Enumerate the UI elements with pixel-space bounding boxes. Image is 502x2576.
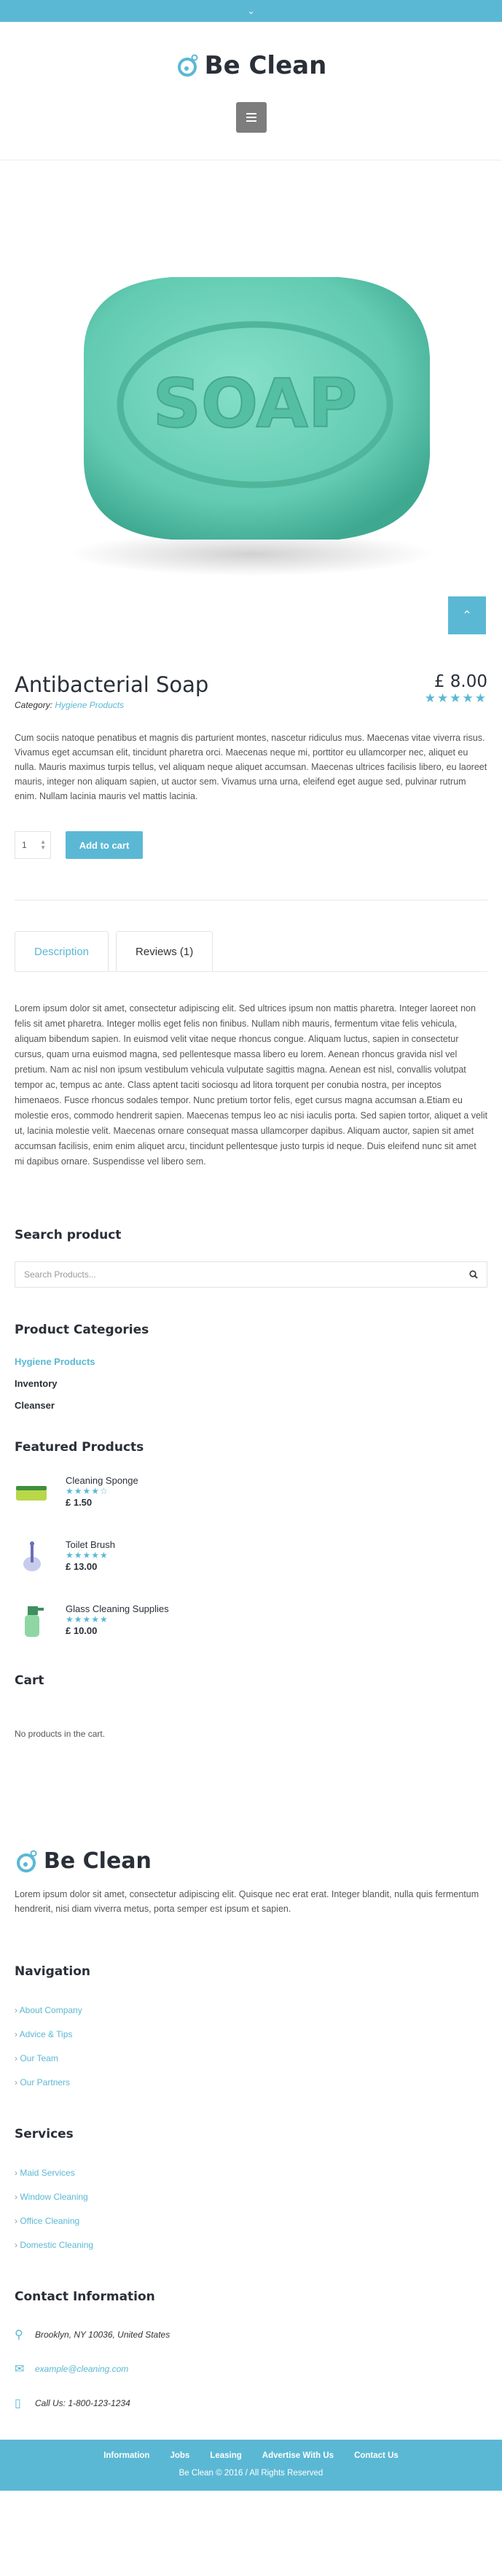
search-widget: Search product Search Products... (15, 1228, 487, 1288)
quantity-value: 1 (22, 840, 27, 850)
product-price: £ 8.00 (434, 672, 487, 691)
chevron-down-icon[interactable]: ⌄ (247, 6, 254, 16)
footer-brand-logo[interactable]: Be Clean (15, 1848, 487, 1874)
footer-service-maid[interactable]: Maid Services (15, 2168, 487, 2178)
categories-widget-title: Product Categories (15, 1323, 149, 1337)
product-tabs: Description Reviews (1) (15, 931, 487, 972)
chevron-up-icon: ⌃ (462, 610, 472, 622)
search-placeholder: Search Products... (24, 1269, 96, 1280)
phone-icon: ▯ (15, 2397, 21, 2410)
product-category: Category: Hygiene Products (15, 700, 208, 710)
featured-item-name[interactable]: Toilet Brush (66, 1539, 115, 1550)
hamburger-line (246, 117, 256, 118)
featured-item[interactable]: Toilet Brush ★★★★★ £ 13.00 (15, 1539, 487, 1583)
product-summary: Antibacterial Soap Category: Hygiene Pro… (0, 672, 502, 1739)
contact-address-text: Brooklyn, NY 10036, United States (35, 2330, 170, 2340)
footer-navigation-title: Navigation (15, 1964, 90, 1979)
hamburger-line (246, 120, 256, 122)
featured-item-rating: ★★★★★ (66, 1614, 109, 1624)
bottom-link-leasing[interactable]: Leasing (210, 2451, 241, 2460)
soap-engraving: SOAP (152, 365, 357, 443)
brand-logo[interactable]: Be Clean (176, 51, 327, 80)
featured-item-name[interactable]: Glass Cleaning Supplies (66, 1603, 169, 1614)
footer-nav-team[interactable]: Our Team (15, 2053, 487, 2063)
bottom-link-information[interactable]: Information (103, 2451, 149, 2460)
search-input[interactable]: Search Products... (15, 1261, 487, 1288)
footer-nav-about[interactable]: About Company (15, 2005, 487, 2015)
contact-phone-text: Call Us: 1-800-123-1234 (35, 2398, 130, 2408)
cart-widget-title: Cart (15, 1673, 44, 1688)
product-short-description: Cum sociis natoque penatibus et magnis d… (15, 733, 487, 801)
featured-item-price: £ 13.00 (66, 1561, 98, 1572)
quantity-stepper[interactable]: 1 ▲ ▼ (15, 831, 51, 859)
footer-nav-advice[interactable]: Advice & Tips (15, 2029, 487, 2039)
site-footer: Be Clean Lorem ipsum dolor sit amet, con… (0, 1848, 502, 2410)
featured-item-rating: ★★★★☆ (66, 1486, 109, 1496)
toilet-brush-thumbnail[interactable] (15, 1539, 50, 1574)
footer-brand-name: Be Clean (44, 1848, 152, 1874)
envelope-icon: ✉ (15, 2363, 25, 2375)
tab-description[interactable]: Description (15, 931, 109, 971)
cart-empty-message: No products in the cart. (15, 1729, 106, 1739)
contact-email[interactable]: ✉ example@cleaning.com (15, 2362, 487, 2376)
cart-widget: Cart No products in the cart. (15, 1673, 487, 1739)
contact-email-link[interactable]: example@cleaning.com (35, 2364, 128, 2374)
contact-address: ⚲ Brooklyn, NY 10036, United States (15, 2327, 487, 2342)
bottom-link-jobs[interactable]: Jobs (170, 2451, 189, 2460)
footer-bottom-bar: Information Jobs Leasing Advertise With … (0, 2440, 502, 2491)
footer-nav-partners[interactable]: Our Partners (15, 2077, 487, 2087)
brand-name: Be Clean (204, 51, 327, 80)
category-item-hygiene[interactable]: Hygiene Products (15, 1356, 487, 1367)
bottom-link-advertise[interactable]: Advertise With Us (262, 2451, 334, 2460)
tab-reviews[interactable]: Reviews (1) (116, 931, 213, 971)
bottom-link-contact[interactable]: Contact Us (354, 2451, 399, 2460)
tab-description-body: Lorem ipsum dolor sit amet, consectetur … (15, 1003, 487, 1167)
stepper-arrows-icon[interactable]: ▲ ▼ (40, 839, 46, 851)
footer-services-title: Services (15, 2127, 74, 2141)
scroll-to-top-button[interactable]: ⌃ (448, 596, 486, 634)
category-label: Category: (15, 700, 53, 710)
map-pin-icon: ⚲ (15, 2329, 23, 2341)
search-widget-title: Search product (15, 1228, 122, 1242)
menu-toggle-button[interactable] (235, 102, 267, 133)
hamburger-line (246, 113, 256, 114)
categories-widget: Product Categories Hygiene Products Inve… (15, 1323, 487, 1411)
soap-bar-image: SOAP (68, 277, 434, 576)
category-link[interactable]: Hygiene Products (55, 700, 124, 710)
contact-phone: ▯ Call Us: 1-800-123-1234 (15, 2396, 487, 2410)
featured-item[interactable]: Glass Cleaning Supplies ★★★★★ £ 10.00 (15, 1603, 487, 1647)
footer-service-office[interactable]: Office Cleaning (15, 2216, 487, 2226)
footer-about-text: Lorem ipsum dolor sit amet, consectetur … (15, 1889, 479, 1914)
featured-products-widget: Featured Products Cleaning Sponge ★★★★☆ … (15, 1440, 487, 1647)
featured-item-price: £ 10.00 (66, 1625, 98, 1636)
featured-item-name[interactable]: Cleaning Sponge (66, 1475, 138, 1486)
logo-bubbles-icon (177, 54, 198, 77)
sponge-thumbnail[interactable] (15, 1475, 50, 1510)
product-title: Antibacterial Soap (15, 672, 209, 697)
featured-item[interactable]: Cleaning Sponge ★★★★☆ £ 1.50 (15, 1475, 487, 1519)
logo-bubbles-icon (17, 1850, 37, 1872)
copyright-text: Be Clean © 2016 / All Rights Reserved (179, 2469, 323, 2478)
site-header: Be Clean (0, 22, 502, 160)
spray-bottle-thumbnail[interactable] (15, 1603, 50, 1638)
search-icon[interactable] (469, 1270, 478, 1279)
footer-service-window[interactable]: Window Cleaning (15, 2192, 487, 2202)
footer-service-domestic[interactable]: Domestic Cleaning (15, 2240, 487, 2250)
category-item-inventory[interactable]: Inventory (15, 1378, 487, 1389)
category-item-cleanser[interactable]: Cleanser (15, 1400, 487, 1411)
featured-widget-title: Featured Products (15, 1440, 144, 1455)
top-bar[interactable]: ⌄ (0, 0, 502, 22)
featured-item-rating: ★★★★★ (66, 1550, 109, 1560)
product-image[interactable]: SOAP ⌃ (0, 160, 502, 664)
footer-contact-title: Contact Information (15, 2289, 155, 2304)
rating-stars[interactable]: ★★★★★ (425, 691, 487, 706)
featured-item-price: £ 1.50 (66, 1497, 93, 1508)
add-to-cart-button[interactable]: Add to cart (66, 831, 143, 859)
